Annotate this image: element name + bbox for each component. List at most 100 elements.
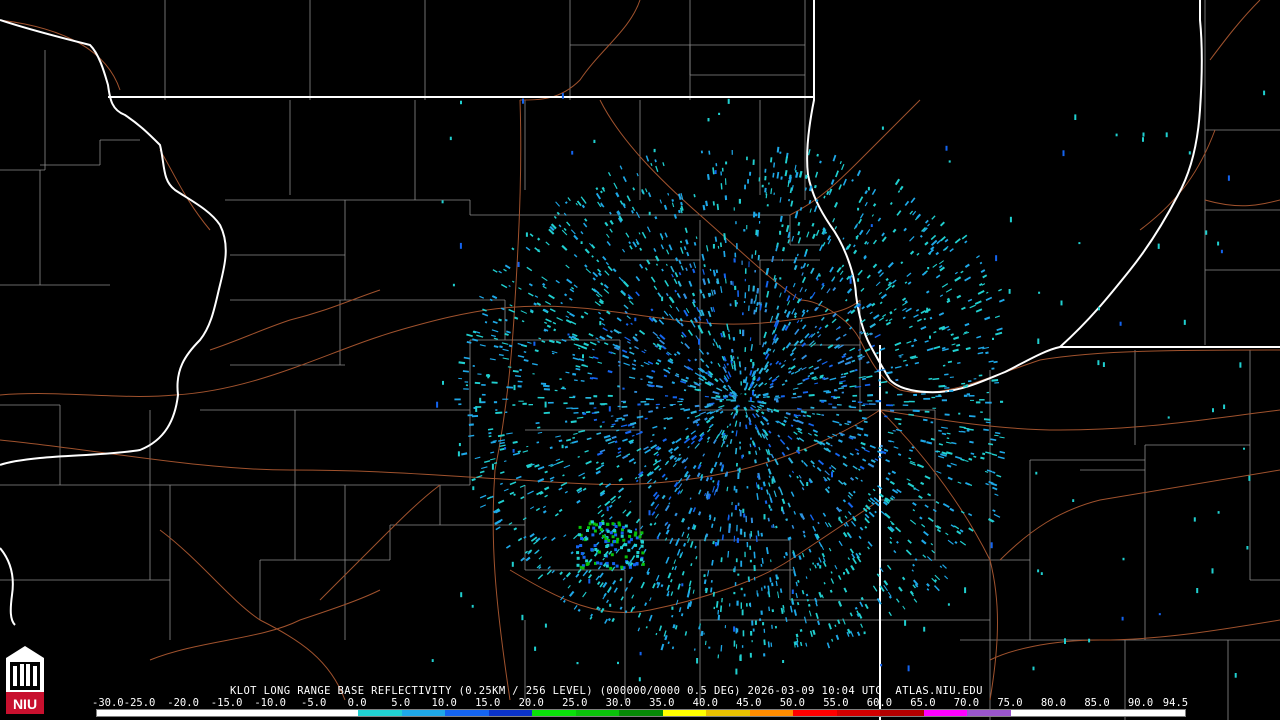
echo-speckle [729,423,732,426]
echo-speckle [818,274,821,277]
echo-speckle [829,589,833,593]
echo-speckle [512,369,519,373]
echo-speckle [819,343,823,347]
echo-speckle [586,529,589,532]
echo-speckle [889,201,893,206]
echo-speckle [817,521,820,525]
echo-speckle [614,533,618,537]
echo-speckle [472,486,475,491]
echo-speckle [854,424,858,427]
echo-speckle [544,623,547,628]
echo-speckle [733,626,736,632]
echo-speckle [781,224,784,228]
echo-speckle [707,118,710,122]
echo-speckle [748,421,752,426]
echo-speckle [767,585,770,591]
echo-speckle [839,382,843,385]
echo-speckle [522,98,524,104]
echo-speckle [441,200,444,204]
echo-speckle [914,558,918,561]
echo-speckle [947,603,950,606]
echo-speckle [961,430,966,433]
echo-speckle [655,361,660,366]
echo-speckle [749,443,752,448]
echo-speckle [763,514,766,520]
echo-speckle [694,545,697,549]
echo-speckle [920,481,925,486]
echo-speckle [731,357,734,361]
colorbar-segment [1097,710,1142,716]
echo-speckle [608,406,611,412]
echo-speckle [713,289,717,295]
echo-speckle [542,510,547,514]
echo-speckle [677,209,681,214]
colorbar-segment [314,710,359,716]
echo-speckle [631,367,636,371]
echo-speckle [1167,416,1170,419]
echo-speckle [764,308,768,313]
echo-speckle [499,441,505,445]
echo-speckle [606,506,609,512]
echo-speckle [616,417,623,420]
echo-speckle [857,433,862,437]
echo-speckle [671,440,676,445]
echo-speckle [463,356,470,360]
echo-speckle [617,360,621,364]
echo-speckle [577,608,581,612]
echo-speckle [632,187,636,191]
echo-speckle [636,551,640,554]
echo-speckle [575,365,581,368]
echo-speckle [752,441,756,446]
echo-speckle [851,179,854,182]
echo-speckle [1205,230,1208,235]
echo-speckle [753,377,756,381]
colorbar-tick-label: 20.0 [518,697,544,709]
echo-speckle [727,514,730,521]
echo-speckle [694,358,698,362]
colorbar-segment [271,710,315,716]
echo-speckle [947,360,953,364]
echo-speckle [781,383,785,386]
echo-speckle [861,377,867,381]
echo-speckle [599,522,602,526]
echo-speckle [616,464,620,468]
echo-speckle [1142,132,1145,137]
echo-speckle [560,301,563,305]
echo-speckle [735,668,738,675]
echo-speckle [1037,569,1040,573]
echo-speckle [1142,137,1144,142]
echo-speckle [663,426,667,430]
echo-speckle [785,411,791,416]
echo-speckle [793,312,798,316]
echo-speckle [755,409,759,413]
echo-speckle [790,200,794,207]
echo-speckle [504,447,507,450]
echo-speckle [1227,175,1230,181]
echo-speckle [459,242,462,249]
echo-speckle [804,174,808,179]
colorbar-segment [836,710,881,716]
echo-speckle [1211,568,1214,574]
echo-speckle [760,302,762,306]
echo-speckle [1188,151,1191,155]
echo-speckle [925,290,930,294]
echo-speckle [991,379,999,382]
echo-speckle [591,377,598,380]
echo-speckle [494,462,498,465]
echo-speckle [671,198,675,202]
echo-speckle [905,363,909,367]
echo-speckle [763,396,769,398]
echo-speckle [954,540,958,545]
echo-speckle [645,626,648,629]
echo-speckle [735,408,738,414]
echo-speckle [757,472,761,480]
echo-speckle [513,493,516,497]
echo-speckle [580,241,583,244]
echo-speckle [785,617,788,623]
echo-speckle [779,277,782,280]
echo-speckle [855,236,858,240]
echo-speckle [847,420,852,424]
echo-speckle [619,577,623,582]
echo-speckle [629,421,637,426]
echo-speckle [858,468,861,471]
